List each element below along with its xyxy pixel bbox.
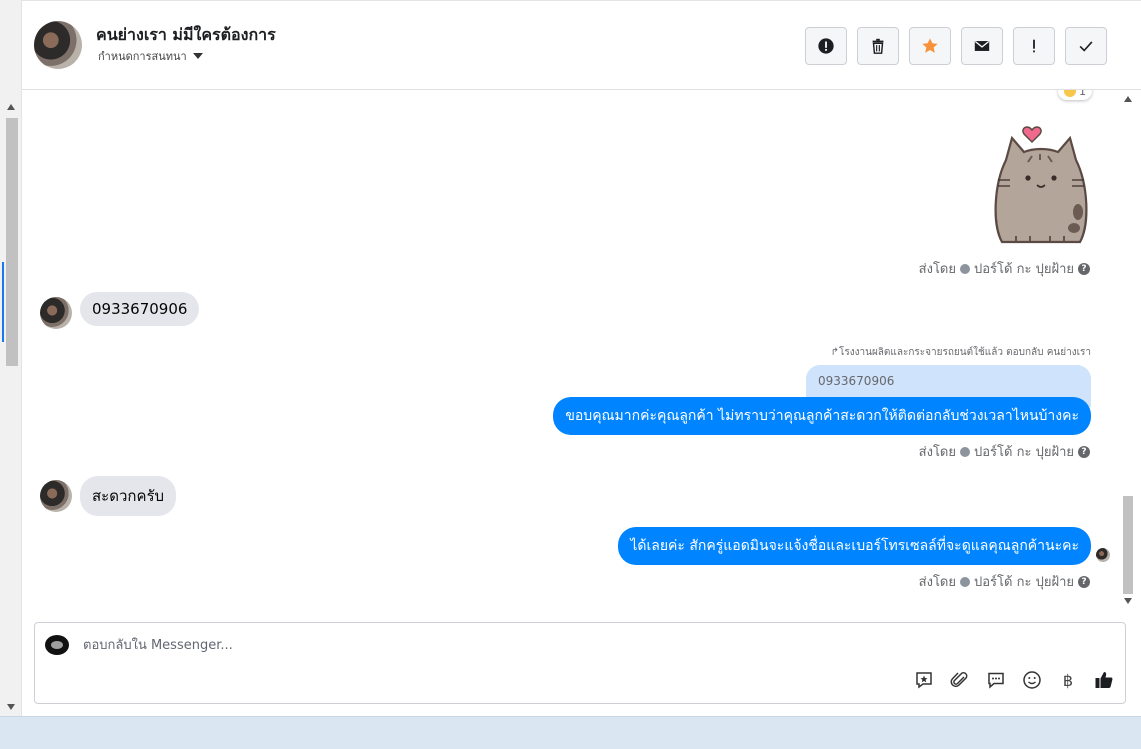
star-icon — [922, 38, 938, 53]
envelope-icon — [974, 41, 990, 51]
thread-scrollbar[interactable] — [1120, 90, 1136, 608]
outgoing-message[interactable]: ได้เลยค่ะ สักครู่แอดมินจะแจ้งชื่อและเบอร… — [618, 527, 1091, 565]
done-button[interactable] — [1065, 27, 1107, 65]
emoji-button[interactable] — [1021, 669, 1043, 691]
sent-by-info: ส่งโดย ปอร์โด้ กะ ปุยฝ้าย ? — [919, 258, 1090, 279]
gear-icon — [960, 263, 970, 274]
reply-composer: ฿ — [34, 622, 1126, 704]
sad-emoji-icon — [1064, 90, 1076, 97]
page-logo — [45, 635, 69, 655]
check-icon — [1079, 41, 1093, 52]
attachment-icon — [950, 672, 968, 688]
sent-by-name[interactable]: ปอร์โด้ กะ ปุยฝ้าย — [974, 441, 1074, 462]
gear-icon — [960, 446, 970, 457]
delete-button[interactable] — [857, 27, 899, 65]
contact-avatar[interactable] — [34, 21, 82, 69]
thumbs-up-icon — [1095, 672, 1113, 688]
help-icon[interactable]: ? — [1078, 445, 1090, 458]
sender-avatar[interactable] — [40, 297, 72, 329]
saved-reply-button[interactable] — [913, 669, 935, 691]
contact-name[interactable]: คนย่างเรา ม่มีใครต้องการ — [96, 23, 276, 48]
sent-by-name[interactable]: ปอร์โด้ กะ ปุยฝ้าย — [974, 571, 1074, 592]
assign-conversation-dropdown[interactable]: กำหนดการสนทนา — [98, 47, 203, 65]
sent-by-info: ส่งโดย ปอร์โด้ กะ ปุยฝ้าย ? — [919, 441, 1090, 462]
scroll-up-arrow-icon[interactable] — [7, 104, 15, 110]
scroll-up-arrow-icon[interactable] — [1124, 96, 1132, 102]
trash-icon — [872, 38, 884, 54]
assign-label: กำหนดการสนทนา — [98, 50, 187, 63]
incoming-message[interactable]: สะดวกครับ — [80, 476, 177, 516]
outgoing-message[interactable]: ขอบคุณมากค่ะคุณลูกค้า ไม่ทราบว่าคุณลูกค้… — [553, 397, 1091, 435]
messenger-inbox-window: คนย่างเรา ม่มีใครต้องการ กำหนดการสนทนา 1… — [0, 0, 1141, 749]
exclamation-icon — [1033, 39, 1035, 53]
help-icon[interactable]: ? — [1078, 575, 1090, 588]
seen-indicator-avatar — [1096, 548, 1110, 562]
sent-by-name[interactable]: ปอร์โด้ กะ ปุยฝ้าย — [974, 258, 1074, 279]
alert-circle-icon — [818, 38, 834, 54]
sent-by-label: ส่งโดย — [918, 262, 956, 277]
scrollbar-thumb[interactable] — [1123, 496, 1133, 594]
payment-button[interactable]: ฿ — [1057, 669, 1079, 691]
chat-bubble-icon — [988, 672, 1004, 689]
saved-reply-icon — [916, 672, 932, 689]
conversation-header: คนย่างเรา ม่มีใครต้องการ กำหนดการสนทนา — [22, 0, 1141, 90]
sender-avatar[interactable] — [40, 480, 72, 512]
reply-note: ↱โรงงานผลิตและกระจายรถยนต์ใช้แล้ว ตอบกลั… — [830, 347, 1091, 358]
bottom-strip — [0, 716, 1141, 749]
message-thread[interactable]: 1 ส่งโดย ปอร์โด้ กะ ปุยฝ้าย ? 0933670906… — [22, 90, 1120, 608]
sent-by-label: ส่งโดย — [918, 575, 956, 590]
emoji-icon — [1023, 671, 1041, 689]
chat-bubble-button[interactable] — [985, 669, 1007, 691]
scroll-down-arrow-icon[interactable] — [7, 704, 15, 710]
composer-tools: ฿ — [913, 669, 1115, 691]
gear-icon — [960, 576, 970, 587]
star-button[interactable] — [909, 27, 951, 65]
caret-down-icon — [192, 53, 203, 59]
attachment-button[interactable] — [949, 669, 971, 691]
sent-by-label: ส่งโดย — [918, 445, 956, 460]
header-actions — [805, 27, 1107, 65]
help-icon[interactable]: ? — [1078, 262, 1090, 275]
sent-by-info: ส่งโดย ปอร์โด้ กะ ปุยฝ้าย ? — [919, 571, 1090, 592]
incoming-message[interactable]: 0933670906 — [80, 292, 200, 326]
reply-input[interactable] — [83, 635, 983, 655]
active-indicator — [2, 262, 4, 342]
reaction-count: 1 — [1079, 90, 1086, 98]
report-spam-button[interactable] — [805, 27, 847, 65]
mark-unread-button[interactable] — [961, 27, 1003, 65]
pusheen-sticker[interactable] — [990, 124, 1094, 248]
baht-icon: ฿ — [1062, 670, 1074, 690]
follow-up-button[interactable] — [1013, 27, 1055, 65]
message-reaction[interactable]: 1 — [1058, 90, 1092, 100]
scrollbar-thumb[interactable] — [6, 118, 18, 366]
like-button[interactable] — [1093, 669, 1115, 691]
scroll-down-arrow-icon[interactable] — [1124, 598, 1132, 604]
outer-scrollbar[interactable] — [0, 0, 22, 716]
